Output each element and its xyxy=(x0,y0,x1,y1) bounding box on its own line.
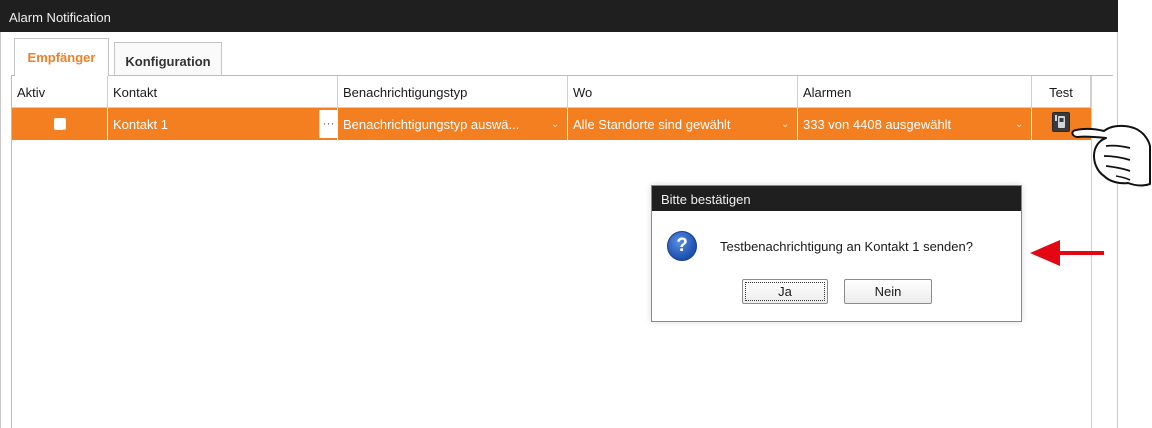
tab-empfaenger[interactable]: Empfänger xyxy=(14,38,109,76)
red-arrow-icon xyxy=(1030,240,1104,266)
pointing-hand-icon xyxy=(1071,124,1151,187)
annotation-overlay xyxy=(1030,124,1151,266)
